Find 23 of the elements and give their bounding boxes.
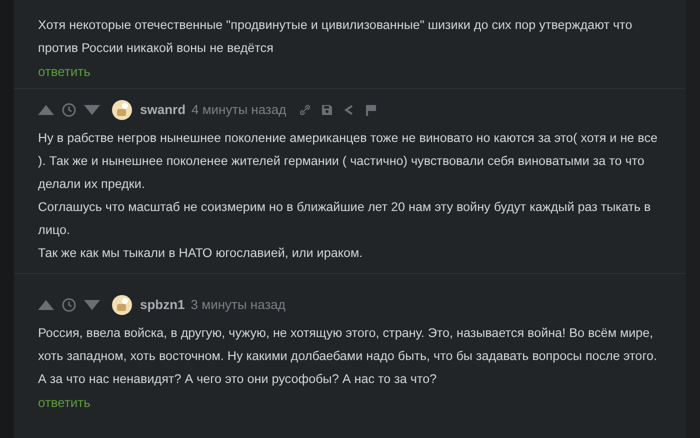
author-name[interactable]: spbzn1 (140, 295, 185, 315)
downvote-icon[interactable] (84, 105, 100, 115)
link-icon[interactable] (300, 105, 310, 115)
avatar-icon (112, 295, 132, 315)
comment-text: Россия, ввела войска, в другую, чужую, не хотящую этого, страну. Это, называется война! Во всём мире, хоть западном, хоть восточном. Ну какими долбаебами надо быть, что бы задавать вопросы после этого. А за что нас ненавидят? А чего это они русофобы? А нас то за что? (38, 325, 658, 388)
downvote-icon[interactable] (84, 300, 100, 310)
clock-icon (62, 103, 76, 117)
reply-link[interactable]: ответить (38, 62, 90, 82)
clock-icon (62, 298, 76, 312)
avatar-icon (112, 100, 132, 120)
comment-text: Так же как мы тыкали в НАТО югославией, или ираком. (38, 245, 364, 262)
comment-time: 3 минуты назад (190, 296, 286, 314)
comment-text: Соглашусь что масштаб не соизмерим но в ближайшие лет 20 нам эту войну будут каждый раз тыкать в лицо. (38, 199, 652, 239)
upvote-icon[interactable] (38, 300, 54, 310)
flag-icon[interactable] (366, 104, 376, 116)
comment-text: Ну в рабстве негров нынешнее поколение американцев тоже не виновато но каются за это( хотя и не все ). Так же и нынешнее поколенее жителей германии ( частично) чувствовали себя виноватыми за то что делали их предки. (38, 130, 658, 193)
comment-time: 4 минуты назад (192, 101, 286, 120)
save-icon[interactable] (322, 105, 332, 115)
reply-link[interactable]: ответить (38, 393, 90, 412)
upvote-icon[interactable] (38, 105, 54, 115)
author-name[interactable]: swanrd (140, 100, 186, 120)
comment-text: Хотя некоторые отечественные "продвинутые и цивилизованные" шизики до сих пор утверждают что против России никакой воны не ведётся (38, 17, 634, 57)
share-icon[interactable] (344, 105, 354, 115)
